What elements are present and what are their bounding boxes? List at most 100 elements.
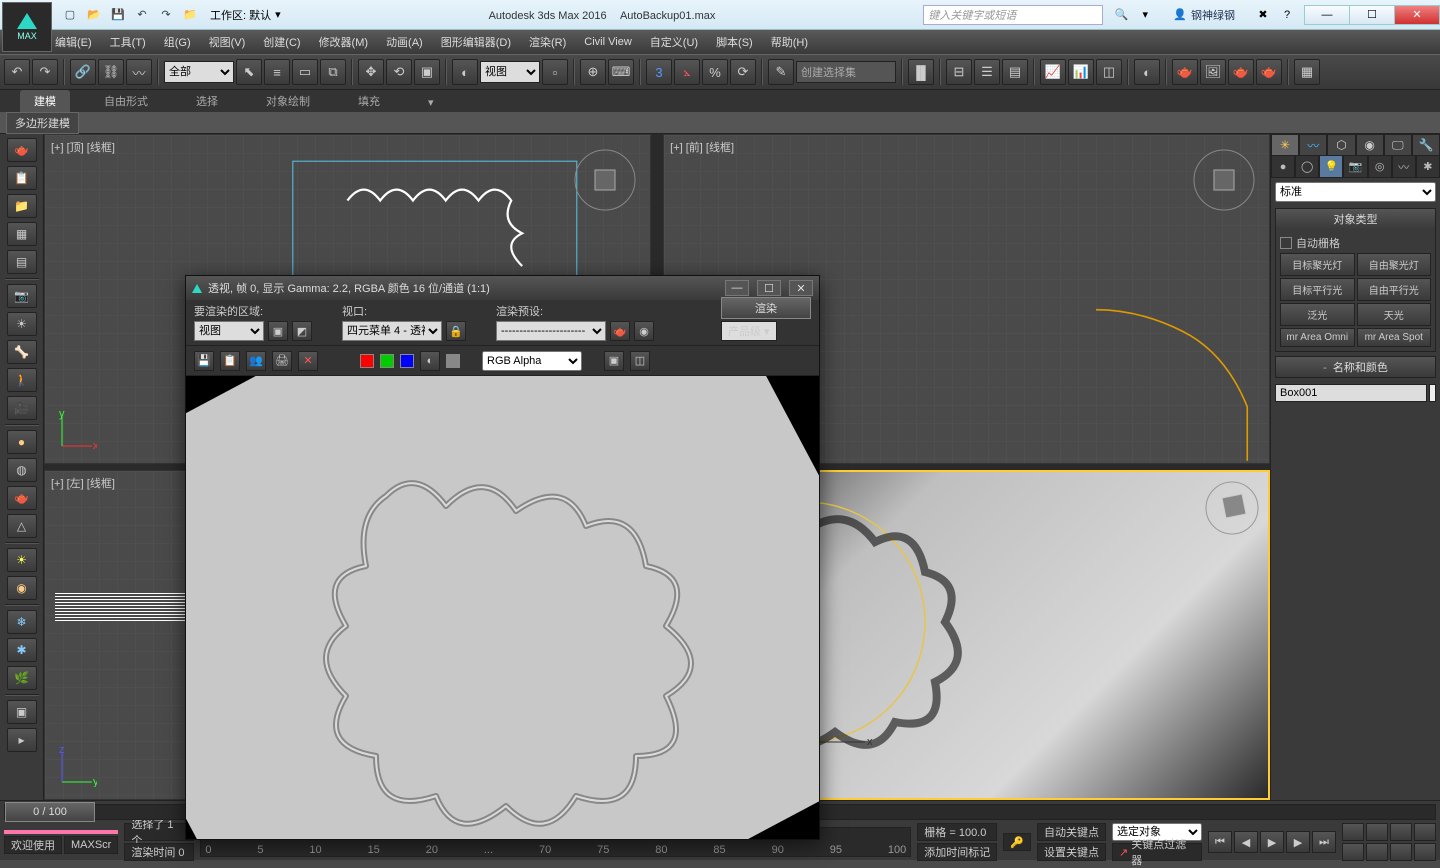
prev-frame-button[interactable]: ◀ <box>1234 831 1258 853</box>
select-object-button[interactable]: ⬉ <box>236 59 262 85</box>
ref-coord-system[interactable]: 视图 <box>480 61 540 83</box>
open-icon[interactable]: 📂 <box>84 5 104 25</box>
edit-named-sel-button[interactable]: ✎ <box>768 59 794 85</box>
next-frame-button[interactable]: ▶ <box>1286 831 1310 853</box>
cone-icon[interactable]: △ <box>7 514 37 538</box>
rfw-production-dropdown[interactable]: 产品级 ▾ <box>721 321 777 341</box>
undo-icon[interactable]: ↶ <box>132 5 152 25</box>
rfw-green-channel[interactable] <box>380 354 394 368</box>
zoom-extents-button[interactable] <box>1390 823 1412 841</box>
rfw-split-icon[interactable]: ◫ <box>630 351 650 371</box>
preset-icon[interactable]: 📋 <box>7 166 37 190</box>
search-icon[interactable]: 🔍 <box>1111 5 1131 25</box>
rfw-clear-icon[interactable]: ✕ <box>298 351 318 371</box>
rfw-area-auto-icon[interactable]: ◩ <box>292 321 312 341</box>
omni-button[interactable]: 泛光 <box>1280 303 1355 326</box>
select-region-button[interactable]: ▭ <box>292 59 318 85</box>
time-slider-thumb[interactable]: 0 / 100 <box>5 802 95 822</box>
snow-icon[interactable]: ✱ <box>7 638 37 662</box>
maxscript-listener[interactable]: MAXScr <box>64 836 118 854</box>
camera-icon[interactable]: 📷 <box>7 284 37 308</box>
grid-icon[interactable]: ▦ <box>7 222 37 246</box>
add-time-tag[interactable]: 添加时间标记 <box>917 843 997 861</box>
scale-button[interactable]: ▣ <box>414 59 440 85</box>
undo-button[interactable]: ↶ <box>4 59 30 85</box>
utilities-tab[interactable]: 🔧 <box>1412 134 1440 156</box>
new-icon[interactable]: ▢ <box>60 5 80 25</box>
zoom-extents-all-button[interactable] <box>1414 823 1436 841</box>
render-setup-button[interactable]: 🫖 <box>1172 59 1198 85</box>
spacewarps-icon[interactable]: 〰 <box>1392 156 1416 178</box>
list-icon[interactable]: ▤ <box>7 250 37 274</box>
viewcube-icon[interactable] <box>1189 145 1259 215</box>
toggle-ribbon-button[interactable]: ▤ <box>1002 59 1028 85</box>
orbit-button[interactable] <box>1390 843 1412 861</box>
move-button[interactable]: ✥ <box>358 59 384 85</box>
menu-edit[interactable]: 编辑(E) <box>55 34 92 50</box>
menu-modifiers[interactable]: 修改器(M) <box>319 34 369 50</box>
mirror-button[interactable]: ▐▌ <box>908 59 934 85</box>
app-menu-button[interactable]: MAX <box>2 2 52 52</box>
schematic-view-button[interactable]: ◫ <box>1096 59 1122 85</box>
search-input[interactable]: 键入关键字或短语 <box>923 5 1103 25</box>
redo-button[interactable]: ↷ <box>32 59 58 85</box>
menu-views[interactable]: 视图(V) <box>209 34 246 50</box>
tab-freeform[interactable]: 自由形式 <box>90 90 162 112</box>
selection-filter[interactable]: 全部 <box>164 61 234 83</box>
light-icon[interactable]: ☀ <box>7 312 37 336</box>
rfw-preset-select[interactable]: ----------------------- <box>496 321 606 341</box>
tab-populate[interactable]: 填充 <box>344 90 394 112</box>
rfw-red-channel[interactable] <box>360 354 374 368</box>
play-button[interactable]: ▶ <box>1260 831 1284 853</box>
goto-end-button[interactable]: ⏭ <box>1312 831 1336 853</box>
scene-explorer-icon[interactable]: ▣ <box>7 700 37 724</box>
rollout-name-color[interactable]: - 名称和颜色 <box>1276 357 1435 377</box>
percent-snap-button[interactable]: % <box>702 59 728 85</box>
polygon-modeling-panel[interactable]: 多边形建模 <box>6 112 79 134</box>
maximize-button[interactable]: ☐ <box>1349 5 1395 25</box>
ribbon-expand-icon[interactable]: ▾ <box>414 93 448 112</box>
mr-area-spot-button[interactable]: mr Area Spot <box>1357 328 1432 347</box>
rfw-environment-icon[interactable]: ◉ <box>634 321 654 341</box>
rfw-area-select[interactable]: 视图 <box>194 321 264 341</box>
auto-grid-checkbox[interactable]: 自动栅格 <box>1280 233 1431 253</box>
menu-graph-editors[interactable]: 图形编辑器(D) <box>441 34 511 50</box>
help-icon[interactable]: ? <box>1277 5 1297 25</box>
selection-lock-toggle[interactable] <box>4 830 118 834</box>
project-icon[interactable]: 📁 <box>180 5 200 25</box>
auto-key-button[interactable]: 自动关键点 <box>1037 823 1106 841</box>
use-center-button[interactable]: ▫ <box>542 59 568 85</box>
rfw-alpha-channel[interactable]: ◐ <box>420 351 440 371</box>
tab-selection[interactable]: 选择 <box>182 90 232 112</box>
minimize-button[interactable]: — <box>1304 5 1350 25</box>
target-direct-button[interactable]: 目标平行光 <box>1280 278 1355 301</box>
menu-maxscript[interactable]: 脚本(S) <box>716 34 753 50</box>
menu-rendering[interactable]: 渲染(R) <box>529 34 566 50</box>
menu-animation[interactable]: 动画(A) <box>386 34 423 50</box>
favorites-icon[interactable]: ✖ <box>1253 5 1273 25</box>
display-tab[interactable]: 🖵 <box>1384 134 1412 156</box>
menu-tools[interactable]: 工具(T) <box>110 34 146 50</box>
dope-sheet-button[interactable]: 📊 <box>1068 59 1094 85</box>
rfw-save-icon[interactable]: 💾 <box>194 351 214 371</box>
align-button[interactable]: ⊟ <box>946 59 972 85</box>
redo-icon[interactable]: ↷ <box>156 5 176 25</box>
menu-group[interactable]: 组(G) <box>164 34 191 50</box>
hierarchy-tab[interactable]: ⬡ <box>1327 134 1355 156</box>
workspace-selector[interactable]: 工作区: 默认 ▾ <box>210 7 281 23</box>
zoom-button[interactable] <box>1342 823 1364 841</box>
rollout-object-type[interactable]: 对象类型 <box>1276 209 1435 229</box>
helpers-icon[interactable]: ◎ <box>1368 156 1392 178</box>
asset-browser-button[interactable]: ▦ <box>1294 59 1320 85</box>
biped-icon[interactable]: 🚶 <box>7 368 37 392</box>
modify-tab[interactable]: 〰 <box>1299 134 1327 156</box>
particles-icon[interactable]: ❄ <box>7 610 37 634</box>
material-editor-button[interactable]: ◐ <box>1134 59 1160 85</box>
user-account[interactable]: 👤 钢神绿钢 <box>1173 7 1235 23</box>
unlink-button[interactable]: ⛓ <box>98 59 124 85</box>
comm-center-icon[interactable]: ▾ <box>1135 5 1155 25</box>
spinner-snap-button[interactable]: ⟳ <box>730 59 756 85</box>
goto-start-button[interactable]: ⏮ <box>1208 831 1232 853</box>
rfw-blue-channel[interactable] <box>400 354 414 368</box>
maximize-viewport-button[interactable] <box>1414 843 1436 861</box>
